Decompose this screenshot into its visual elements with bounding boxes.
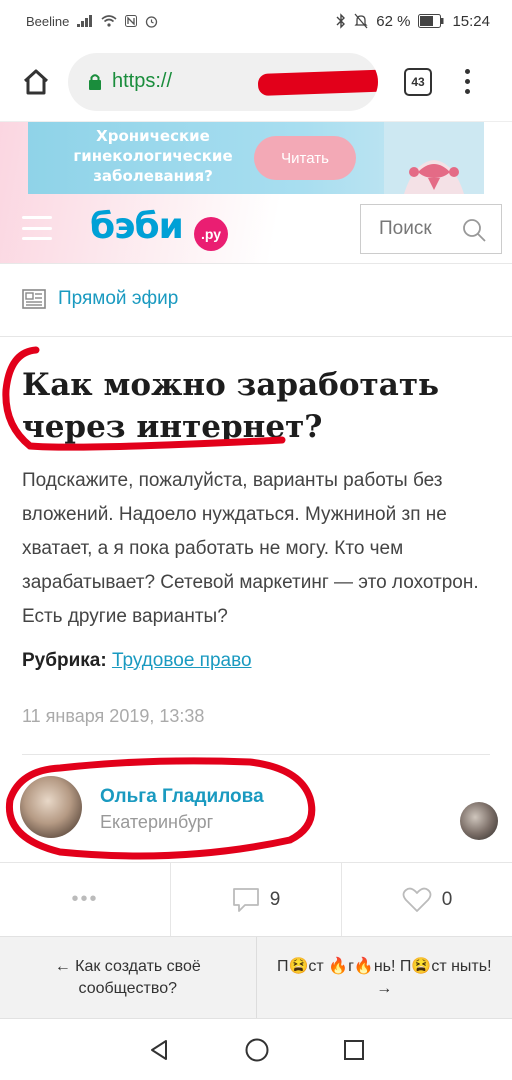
menu-dot-icon <box>464 69 470 74</box>
ad-banner[interactable]: Хронические гинекологические заболевания… <box>28 122 484 194</box>
site-logo[interactable]: бэби <box>90 206 184 247</box>
battery-icon <box>418 14 444 28</box>
rubric-label: Рубрика: <box>22 650 107 671</box>
author-name[interactable]: Ольга Гладилова <box>100 786 264 808</box>
site-logo-suffix: .ру <box>194 217 228 251</box>
prev-post-link[interactable]: ← Как создать своё сообщество? <box>0 937 256 1018</box>
menu-dot-icon <box>464 79 470 84</box>
post-navigation: ← Как создать своё сообщество? П😫ст 🔥г🔥н… <box>0 936 512 1018</box>
address-bar[interactable]: https:// <box>68 52 378 111</box>
back-icon[interactable] <box>147 1038 171 1062</box>
heart-icon <box>402 887 432 912</box>
comments-count: 9 <box>269 888 281 910</box>
alarm-icon <box>145 15 158 28</box>
divider <box>0 336 512 337</box>
more-icon: ••• <box>71 888 99 910</box>
logo-row: бэби .ру Поиск <box>0 194 512 264</box>
live-feed-icon <box>22 289 46 309</box>
live-feed-label: Прямой эфир <box>58 288 179 309</box>
hamburger-menu-icon[interactable] <box>22 216 52 240</box>
ad-read-button[interactable]: Читать <box>254 136 356 180</box>
nfc-icon <box>125 15 138 27</box>
search-icon[interactable] <box>461 217 487 243</box>
bluetooth-icon <box>336 13 346 29</box>
question-date: 11 января 2019, 13:38 <box>22 706 205 726</box>
signal-icon <box>77 15 93 27</box>
carrier-name: Beeline <box>26 13 70 29</box>
likes-count: 0 <box>441 888 453 910</box>
question-title: Как можно заработать через интернет? <box>22 367 440 445</box>
battery-percent: 62 % <box>376 12 411 30</box>
current-user-avatar[interactable] <box>460 802 498 840</box>
more-button[interactable]: ••• <box>0 863 170 936</box>
comment-icon <box>232 887 259 912</box>
rubric-link[interactable]: Трудовое право <box>112 650 252 671</box>
site-header: Хронические гинекологические заболевания… <box>0 122 512 264</box>
ad-illustration-icon <box>384 122 484 194</box>
url-redaction-mark <box>257 67 378 96</box>
rubric: Рубрика: Трудовое право <box>22 650 252 672</box>
menu-dot-icon <box>464 89 470 94</box>
mute-icon <box>354 13 368 29</box>
lock-icon <box>89 73 101 90</box>
comments-button[interactable]: 9 <box>170 863 341 936</box>
question-text: Подскажите, пожалуйста, варианты работы … <box>22 470 479 627</box>
home-circle-icon[interactable] <box>244 1037 270 1063</box>
divider <box>22 754 490 755</box>
recents-icon[interactable] <box>343 1039 365 1061</box>
home-icon <box>23 69 49 94</box>
author-city: Екатеринбург <box>100 812 214 832</box>
system-navigation-bar <box>0 1018 512 1080</box>
status-bar: Beeline 62 % 15:24 <box>0 0 512 42</box>
browser-menu-button[interactable] <box>462 69 472 94</box>
home-button[interactable] <box>16 62 56 102</box>
author-avatar[interactable] <box>20 776 82 838</box>
clock: 15:24 <box>452 12 490 30</box>
tab-switcher-button[interactable]: 43 <box>404 67 432 96</box>
next-post-link[interactable]: П😫ст 🔥г🔥нь! П😫ст ныть! → <box>255 937 512 1018</box>
url-text: https:// <box>112 70 173 92</box>
search-placeholder: Поиск <box>379 218 432 239</box>
live-feed-link[interactable]: Прямой эфир <box>22 284 178 314</box>
status-left: Beeline <box>26 14 158 29</box>
ad-text: Хронические гинекологические заболевания… <box>73 127 233 185</box>
wifi-icon <box>101 15 117 27</box>
browser-toolbar: https:// 43 <box>0 42 512 122</box>
like-button[interactable]: 0 <box>341 863 512 936</box>
action-bar: ••• 9 0 <box>0 862 512 936</box>
search-input[interactable]: Поиск <box>360 204 502 254</box>
status-right: 62 % 15:24 <box>336 13 490 30</box>
